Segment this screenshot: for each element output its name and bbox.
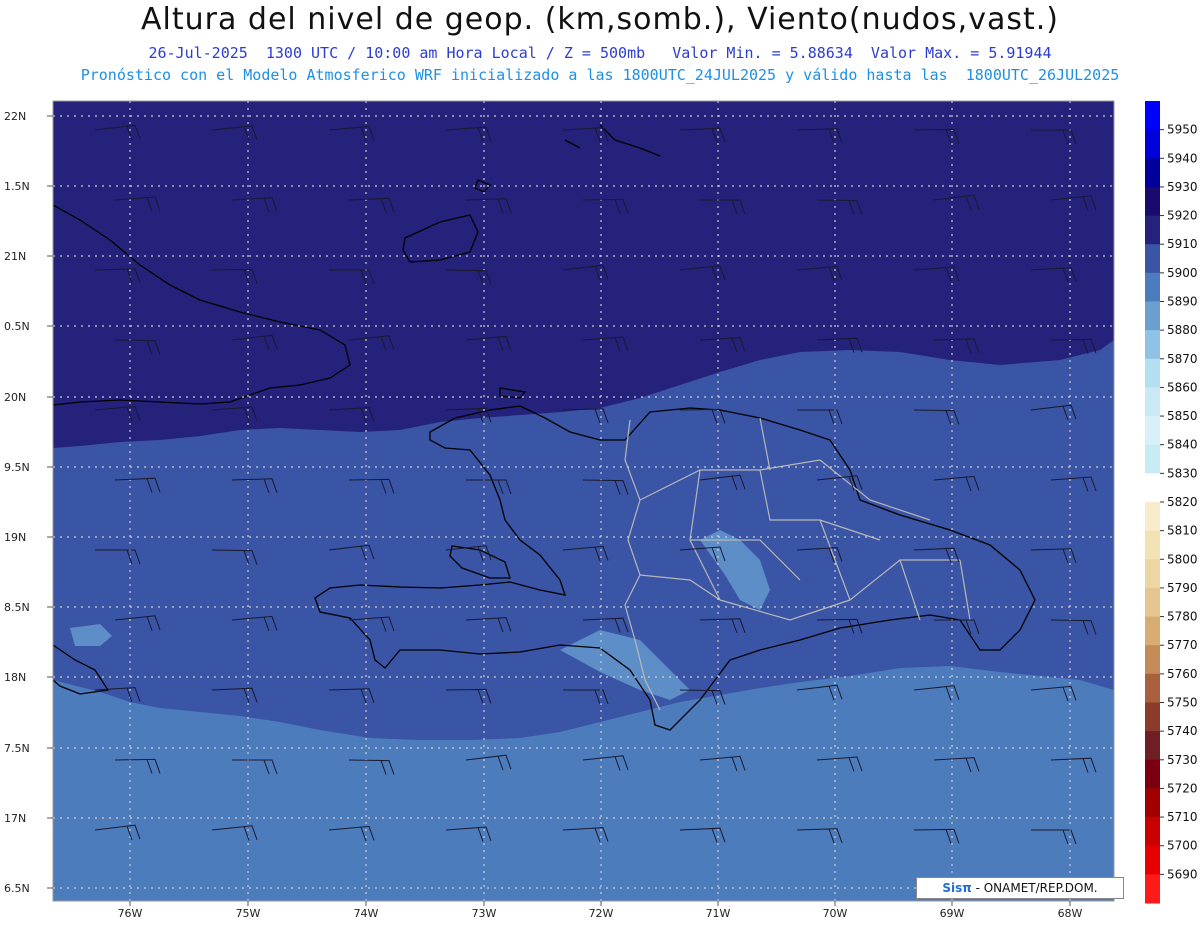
colorbar-label: 5870: [1167, 352, 1198, 366]
lon-label: 76W: [118, 907, 143, 920]
colorbar-swatch: [1145, 587, 1160, 618]
colorbar-swatch: [1145, 101, 1160, 131]
colorbar-swatch: [1145, 817, 1160, 847]
lon-label: 72W: [589, 907, 614, 920]
lon-label: 75W: [236, 907, 261, 920]
colorbar-label: 5910: [1167, 237, 1198, 251]
lat-label: 18N: [4, 671, 26, 684]
colorbar-label: 5850: [1167, 409, 1198, 423]
colorbar-label: 5760: [1167, 667, 1198, 681]
lat-label: 22N: [4, 110, 26, 123]
lon-ticks: [129, 901, 1071, 906]
colorbar-label: 5840: [1167, 438, 1198, 452]
colorbar-swatch: [1145, 330, 1160, 360]
colorbar-label: 5810: [1167, 524, 1198, 538]
colorbar-swatch: [1145, 215, 1160, 245]
colorbar-label: 5820: [1167, 495, 1198, 509]
lon-label: 73W: [472, 907, 497, 920]
colorbar-swatch: [1145, 358, 1160, 388]
colorbar-label: 5920: [1167, 209, 1198, 223]
colorbar-swatch: [1145, 186, 1160, 217]
forecast-map: 22N 1.5N 21N 0.5N 20N 9.5N 19N 8.5N 18N …: [4, 100, 1198, 920]
lat-label: 6.5N: [4, 882, 30, 895]
colorbar-label: 5890: [1167, 295, 1198, 309]
lat-label: 9.5N: [4, 461, 30, 474]
colorbar-swatch: [1145, 301, 1160, 331]
map-fields: [53, 101, 1114, 901]
colorbar-swatch: [1145, 530, 1160, 560]
lat-ticks: [47, 115, 53, 889]
colorbar-label: 5930: [1167, 180, 1198, 194]
colorbar-swatch: [1145, 244, 1160, 274]
colorbar-label: 5690: [1167, 867, 1198, 881]
lat-label: 7.5N: [4, 742, 30, 755]
colorbar-swatch: [1145, 731, 1160, 761]
colorbar-swatch: [1145, 387, 1160, 417]
colorbar-label: 5790: [1167, 581, 1198, 595]
colorbar-swatch: [1145, 673, 1160, 703]
colorbar-swatch: [1145, 416, 1160, 446]
lon-label: 70W: [823, 907, 848, 920]
colorbar-label: 5710: [1167, 810, 1198, 824]
colorbar-label: 5740: [1167, 724, 1198, 738]
lat-label: 1.5N: [4, 180, 30, 193]
colorbar: 5950 5940 5930 5920 5910 5900 5890 5880 5870 5860…: [1145, 101, 1198, 904]
colorbar-swatch: [1145, 444, 1160, 474]
colorbar-label: 5860: [1167, 380, 1198, 394]
colorbar-label: 5700: [1167, 839, 1198, 853]
colorbar-swatch: [1145, 502, 1160, 532]
colorbar-label: 5800: [1167, 552, 1198, 566]
lon-label: 71W: [706, 907, 731, 920]
colorbar-swatch: [1145, 473, 1160, 503]
colorbar-swatch: [1145, 616, 1160, 646]
colorbar-label: 5720: [1167, 781, 1198, 795]
colorbar-swatch: [1145, 845, 1160, 875]
colorbar-swatch: [1145, 788, 1160, 818]
colorbar-swatch: [1145, 874, 1160, 904]
credit-text: - ONAMET/REP.DOM.: [971, 881, 1098, 895]
lon-label: 68W: [1058, 907, 1083, 920]
lat-axis: 22N 1.5N 21N 0.5N 20N 9.5N 19N 8.5N 18N …: [4, 110, 30, 895]
colorbar-swatch: [1145, 129, 1160, 159]
colorbar-swatch: [1145, 759, 1160, 789]
colorbar-label: 5940: [1167, 151, 1198, 165]
lat-label: 17N: [4, 812, 26, 825]
lat-label: 21N: [4, 250, 26, 263]
colorbar-label: 5830: [1167, 466, 1198, 480]
colorbar-label: 5900: [1167, 266, 1198, 280]
colorbar-label: 5880: [1167, 323, 1198, 337]
colorbar-swatch: [1145, 559, 1160, 589]
colorbar-swatch: [1145, 645, 1160, 675]
lon-label: 69W: [940, 907, 965, 920]
sispi-logo: Sisπ: [942, 881, 972, 895]
lon-label: 74W: [354, 907, 379, 920]
colorbar-label: 5950: [1167, 123, 1198, 137]
colorbar-label: 5730: [1167, 753, 1198, 767]
colorbar-swatch: [1145, 158, 1160, 188]
lon-axis: 76W 75W 74W 73W 72W 71W 70W 69W 68W: [118, 907, 1083, 920]
colorbar-swatch: [1145, 702, 1160, 732]
lat-label: 20N: [4, 391, 26, 404]
lat-label: 8.5N: [4, 601, 30, 614]
lat-label: 0.5N: [4, 320, 30, 333]
colorbar-label: 5780: [1167, 610, 1198, 624]
credit-box: Sisπ - ONAMET/REP.DOM.: [916, 877, 1124, 899]
colorbar-swatch: [1145, 272, 1160, 302]
colorbar-label: 5770: [1167, 638, 1198, 652]
colorbar-label: 5750: [1167, 696, 1198, 710]
lat-label: 19N: [4, 531, 26, 544]
